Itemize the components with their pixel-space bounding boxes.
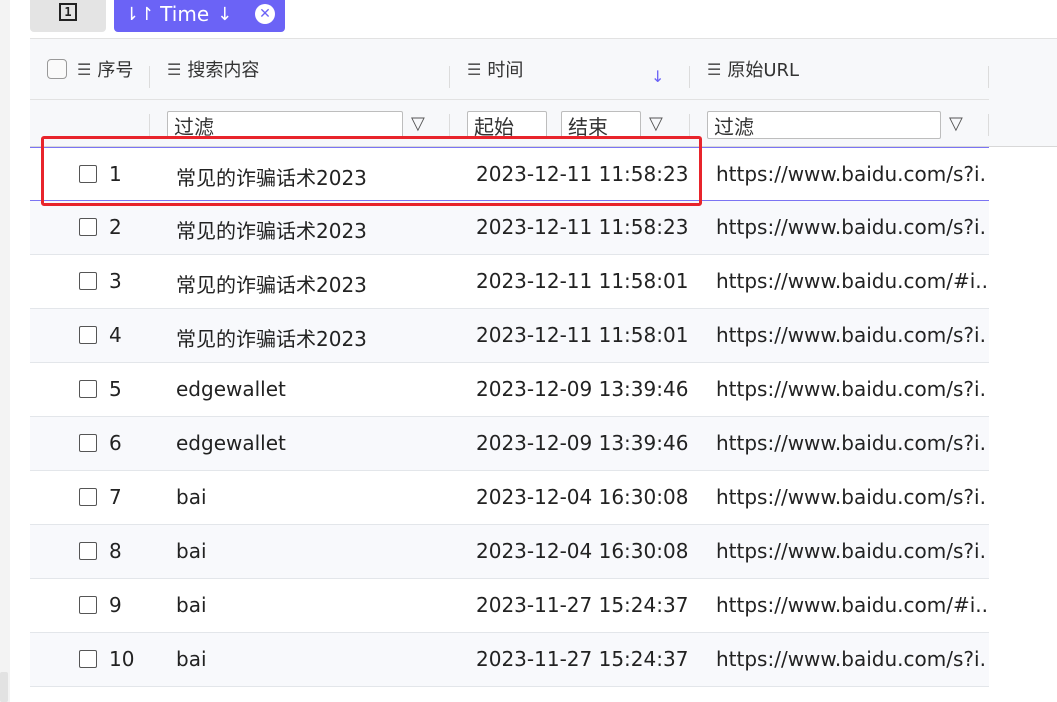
row-url[interactable]: https://www.baidu.com/#i...: [716, 269, 986, 293]
column-menu-icon[interactable]: ☰: [467, 60, 481, 79]
column-divider: [689, 114, 690, 136]
numbered-box-icon: 1: [59, 3, 77, 21]
column-resize-handle[interactable]: [149, 66, 150, 88]
row-checkbox[interactable]: [79, 380, 97, 398]
column-divider: [149, 114, 150, 136]
row-url[interactable]: https://www.baidu.com/s?i...: [716, 215, 986, 239]
header-time-cell[interactable]: ☰ 时间: [467, 39, 523, 99]
remove-sort-icon[interactable]: ✕: [255, 4, 275, 24]
header-time[interactable]: 时间: [487, 56, 523, 82]
time-end-input[interactable]: 结束: [561, 111, 641, 139]
toolbar: 1 ⇂↾ Time ↓ ✕: [30, 0, 1057, 34]
scrollbar-stub[interactable]: [0, 672, 8, 702]
row-time: 2023-11-27 15:24:37: [476, 647, 689, 671]
sort-chip-time[interactable]: ⇂↾ Time ↓ ✕: [114, 0, 285, 32]
table-row[interactable]: 2 常见的诈骗话术2023 2023-12-11 11:58:23 https:…: [30, 201, 989, 255]
header-query-cell[interactable]: ☰ 搜索内容: [167, 39, 259, 99]
row-query: bai: [176, 539, 207, 563]
header-url[interactable]: 原始URL: [727, 56, 799, 82]
row-url[interactable]: https://www.baidu.com/s?i...: [716, 485, 986, 509]
table-header-row: ☰ 序号 ☰ 搜索内容 ☰ 时间 ↓ ☰ 原始URL: [30, 39, 989, 99]
row-query: bai: [176, 593, 207, 617]
column-resize-handle[interactable]: [449, 66, 450, 88]
selection-highlight-box: [41, 136, 702, 206]
table-row[interactable]: 7 bai 2023-12-04 16:30:08 https://www.ba…: [30, 471, 989, 525]
row-time: 2023-11-27 15:24:37: [476, 593, 689, 617]
row-url[interactable]: https://www.baidu.com/s?i...: [716, 539, 986, 563]
url-filter-input[interactable]: 过滤: [707, 111, 941, 139]
row-url[interactable]: https://www.baidu.com/s?i...: [716, 647, 986, 671]
column-divider: [988, 114, 989, 136]
row-checkbox[interactable]: [79, 434, 97, 452]
row-index: 6: [109, 431, 122, 455]
select-all-cell[interactable]: ☰ 序号: [47, 39, 133, 99]
header-url-cell[interactable]: ☰ 原始URL: [707, 39, 799, 99]
row-url[interactable]: https://www.baidu.com/s?i...: [716, 377, 986, 401]
row-index: 3: [109, 269, 122, 293]
query-filter-input[interactable]: 过滤: [167, 111, 403, 139]
table-row[interactable]: 9 bai 2023-11-27 15:24:37 https://www.ba…: [30, 579, 989, 633]
left-panel-edge: [0, 0, 10, 702]
row-url[interactable]: https://www.baidu.com/#i...: [716, 593, 986, 617]
row-url[interactable]: https://www.baidu.com/s?i...: [716, 323, 986, 347]
row-query: 常见的诈骗话术2023: [176, 327, 367, 351]
table-row[interactable]: 3 常见的诈骗话术2023 2023-12-11 11:58:01 https:…: [30, 255, 989, 309]
row-checkbox[interactable]: [79, 488, 97, 506]
time-start-input[interactable]: 起始: [467, 111, 547, 139]
table-row[interactable]: 5 edgewallet 2023-12-09 13:39:46 https:/…: [30, 363, 989, 417]
row-index: 4: [109, 323, 122, 347]
row-index: 2: [109, 215, 122, 239]
row-time: 2023-12-09 13:39:46: [476, 377, 689, 401]
column-toggle-button[interactable]: 1: [30, 0, 106, 32]
row-time: 2023-12-11 11:58:23: [476, 215, 689, 239]
row-query: bai: [176, 647, 207, 671]
column-divider: [449, 114, 450, 136]
sort-direction-icon: ↓: [217, 3, 233, 25]
row-index: 9: [109, 593, 122, 617]
row-time: 2023-12-11 11:58:01: [476, 269, 689, 293]
row-query: bai: [176, 485, 207, 509]
header-index[interactable]: 序号: [97, 56, 133, 82]
row-checkbox[interactable]: [79, 650, 97, 668]
row-checkbox[interactable]: [79, 542, 97, 560]
row-query: edgewallet: [176, 377, 286, 401]
row-checkbox[interactable]: [79, 326, 97, 344]
table-row[interactable]: 6 edgewallet 2023-12-09 13:39:46 https:/…: [30, 417, 989, 471]
filter-icon[interactable]: ▽: [949, 113, 963, 134]
row-time: 2023-12-09 13:39:46: [476, 431, 689, 455]
row-query: 常见的诈骗话术2023: [176, 219, 367, 243]
column-menu-icon[interactable]: ☰: [77, 60, 91, 79]
row-checkbox[interactable]: [79, 596, 97, 614]
header-filler: [989, 39, 1057, 147]
sort-desc-icon[interactable]: ↓: [651, 67, 664, 86]
row-url[interactable]: https://www.baidu.com/s?i...: [716, 431, 986, 455]
row-url[interactable]: https://www.baidu.com/s?i...: [716, 162, 986, 186]
row-checkbox[interactable]: [79, 272, 97, 290]
filter-icon[interactable]: ▽: [411, 113, 425, 134]
row-query: 常见的诈骗话术2023: [176, 273, 367, 297]
row-query: edgewallet: [176, 431, 286, 455]
filter-icon[interactable]: ▽: [649, 113, 663, 134]
column-menu-icon[interactable]: ☰: [167, 60, 181, 79]
row-index: 10: [109, 647, 135, 671]
sort-icon: ⇂↾: [124, 3, 155, 25]
row-checkbox[interactable]: [79, 218, 97, 236]
row-time: 2023-12-11 11:58:01: [476, 323, 689, 347]
row-time: 2023-12-04 16:30:08: [476, 485, 689, 509]
row-index: 7: [109, 485, 122, 509]
row-index: 8: [109, 539, 122, 563]
column-menu-icon[interactable]: ☰: [707, 60, 721, 79]
row-index: 5: [109, 377, 122, 401]
row-time: 2023-12-04 16:30:08: [476, 539, 689, 563]
table-row[interactable]: 8 bai 2023-12-04 16:30:08 https://www.ba…: [30, 525, 989, 579]
sort-chip-label: Time: [160, 2, 210, 26]
header-query[interactable]: 搜索内容: [187, 56, 259, 82]
select-all-checkbox[interactable]: [47, 59, 67, 79]
column-resize-handle[interactable]: [689, 66, 690, 88]
table-row[interactable]: 10 bai 2023-11-27 15:24:37 https://www.b…: [30, 633, 989, 687]
table-row[interactable]: 4 常见的诈骗话术2023 2023-12-11 11:58:01 https:…: [30, 309, 989, 363]
